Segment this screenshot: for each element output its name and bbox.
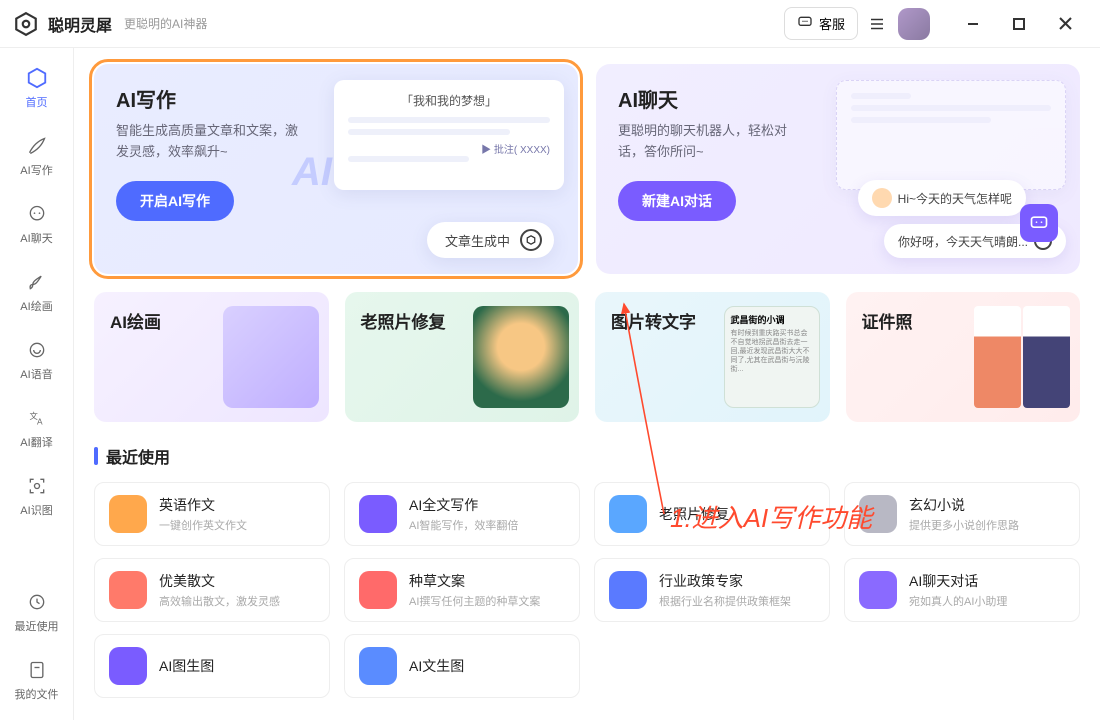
recent-item-icon <box>359 571 397 609</box>
recent-item-sub: 提供更多小说创作思路 <box>909 517 1019 533</box>
recent-item[interactable]: 行业政策专家 根据行业名称提供政策框架 <box>594 558 830 622</box>
recent-item[interactable]: 优美散文 高效输出散文，激发灵感 <box>94 558 330 622</box>
sidebar-item-chat[interactable]: AI聊天 <box>9 196 65 252</box>
main-content: AI写作 智能生成高质量文章和文案，激发灵感，效率飙升~ 开启AI写作 AI 「… <box>74 48 1100 720</box>
app-logo-icon <box>12 10 40 38</box>
recent-item-sub: 根据行业名称提供政策框架 <box>659 593 791 609</box>
mock-chat-window <box>836 80 1066 190</box>
recent-item-title: AI聊天对话 <box>909 571 1007 591</box>
generating-chip: 文章生成中 <box>427 222 554 258</box>
sidebar-item-paint[interactable]: AI绘画 <box>9 264 65 320</box>
recent-item[interactable]: 英语作文 一键创作英文作文 <box>94 482 330 546</box>
recent-item-title: 玄幻小说 <box>909 495 1019 515</box>
chat-avatar-icon <box>872 188 892 208</box>
paint-thumbnail <box>223 306 319 408</box>
mock-document: 「我和我的梦想」 ▶ 批注( XXXX) <box>334 80 564 190</box>
recent-heading: 最近使用 <box>94 444 1080 468</box>
recent-item[interactable]: 老照片修复 <box>594 482 830 546</box>
scan-icon <box>25 474 49 498</box>
recent-item-title: 种草文案 <box>409 571 540 591</box>
feature-card-restore[interactable]: 老照片修复 <box>345 292 580 422</box>
recent-item-icon <box>859 571 897 609</box>
pen-icon <box>25 134 49 158</box>
feature-card-idphoto[interactable]: 证件照 <box>846 292 1081 422</box>
start-chat-button[interactable]: 新建AI对话 <box>618 181 736 221</box>
svg-text:A: A <box>37 417 43 427</box>
hero-card-chat[interactable]: AI聊天 更聪明的聊天机器人，轻松对话，答你所问~ 新建AI对话 Hi~今天的天… <box>596 64 1080 274</box>
recent-item-icon <box>109 647 147 685</box>
clock-icon <box>25 590 49 614</box>
sidebar-item-translate[interactable]: 文A AI翻译 <box>9 400 65 456</box>
kefu-button[interactable]: 客服 <box>784 7 858 40</box>
sidebar-item-files[interactable]: 我的文件 <box>9 652 65 708</box>
recent-item-title: AI图生图 <box>159 656 214 676</box>
home-icon <box>25 66 49 90</box>
recent-item-icon <box>109 495 147 533</box>
recent-item[interactable]: AI图生图 <box>94 634 330 698</box>
recent-item-title: AI全文写作 <box>409 495 518 515</box>
recent-item-title: 老照片修复 <box>659 504 729 524</box>
sidebar-item-home[interactable]: 首页 <box>9 60 65 116</box>
recent-item-title: 行业政策专家 <box>659 571 791 591</box>
brush-icon <box>25 270 49 294</box>
hero-chat-desc: 更聪明的聊天机器人，轻松对话，答你所问~ <box>618 121 808 163</box>
recent-item-icon <box>859 495 897 533</box>
restore-thumbnail <box>473 306 569 408</box>
sidebar-item-ocr[interactable]: AI识图 <box>9 468 65 524</box>
recent-item-sub: AI撰写任何主题的种草文案 <box>409 593 540 609</box>
user-avatar[interactable] <box>898 8 930 40</box>
recent-item[interactable]: 玄幻小说 提供更多小说创作思路 <box>844 482 1080 546</box>
recent-item-sub: 高效输出散文，激发灵感 <box>159 593 280 609</box>
chat-icon <box>25 202 49 226</box>
translate-icon: 文A <box>25 406 49 430</box>
feature-card-ocr[interactable]: 图片转文字 武昌街的小调 有时候到重庆路买书总会不自觉地拐武昌街去走一回,最近发… <box>595 292 830 422</box>
recent-item-icon <box>609 571 647 609</box>
recent-item-title: 英语作文 <box>159 495 247 515</box>
sidebar-item-recent[interactable]: 最近使用 <box>9 584 65 640</box>
recent-item-icon <box>109 571 147 609</box>
idphoto-thumbnail <box>974 306 1070 408</box>
minimize-button[interactable] <box>950 8 996 40</box>
recent-item-title: AI文生图 <box>409 656 464 676</box>
title-bar: 聪明灵犀 更聪明的AI神器 客服 <box>0 0 1100 48</box>
float-chat-button[interactable] <box>1020 204 1058 242</box>
chat-bubble-icon <box>797 14 813 33</box>
start-write-button[interactable]: 开启AI写作 <box>116 181 234 221</box>
sidebar: 首页 AI写作 AI聊天 AI绘画 AI语音 文A AI翻译 AI识图 <box>0 48 74 720</box>
hexagon-icon <box>520 229 542 251</box>
file-icon <box>25 658 49 682</box>
ai-badge: AI <box>292 150 332 195</box>
recent-item-icon <box>609 495 647 533</box>
ocr-thumbnail: 武昌街的小调 有时候到重庆路买书总会不自觉地拐武昌街去走一回,最近发现武昌街大大… <box>724 306 820 408</box>
recent-item[interactable]: AI全文写作 AI智能写作，效率翻倍 <box>344 482 580 546</box>
mic-icon <box>25 338 49 362</box>
app-logo: 聪明灵犀 <box>12 10 112 38</box>
sidebar-item-voice[interactable]: AI语音 <box>9 332 65 388</box>
hero-write-desc: 智能生成高质量文章和文案，激发灵感，效率飙升~ <box>116 121 306 163</box>
feature-card-paint[interactable]: AI绘画 <box>94 292 329 422</box>
recent-grid: 英语作文 一键创作英文作文 AI全文写作 AI智能写作，效率翻倍 老照片修复 玄… <box>94 482 1080 698</box>
menu-button[interactable] <box>866 13 888 35</box>
recent-item-icon <box>359 647 397 685</box>
kefu-label: 客服 <box>819 14 845 33</box>
maximize-button[interactable] <box>996 8 1042 40</box>
recent-item-icon <box>359 495 397 533</box>
close-button[interactable] <box>1042 8 1088 40</box>
recent-item-sub: 一键创作英文作文 <box>159 517 247 533</box>
hero-card-write[interactable]: AI写作 智能生成高质量文章和文案，激发灵感，效率飙升~ 开启AI写作 AI 「… <box>94 64 578 274</box>
sidebar-item-write[interactable]: AI写作 <box>9 128 65 184</box>
recent-item-sub: 宛如真人的AI小助理 <box>909 593 1007 609</box>
recent-item-title: 优美散文 <box>159 571 280 591</box>
chat-bubble-user: Hi~今天的天气怎样呢 <box>858 180 1026 216</box>
app-name: 聪明灵犀 <box>48 12 112 36</box>
hero-write-illustration: AI 「我和我的梦想」 ▶ 批注( XXXX) 文章生成中 <box>324 80 564 258</box>
recent-item-sub: AI智能写作，效率翻倍 <box>409 517 518 533</box>
recent-item[interactable]: 种草文案 AI撰写任何主题的种草文案 <box>344 558 580 622</box>
app-tagline: 更聪明的AI神器 <box>124 15 207 32</box>
recent-item[interactable]: AI文生图 <box>344 634 580 698</box>
recent-item[interactable]: AI聊天对话 宛如真人的AI小助理 <box>844 558 1080 622</box>
